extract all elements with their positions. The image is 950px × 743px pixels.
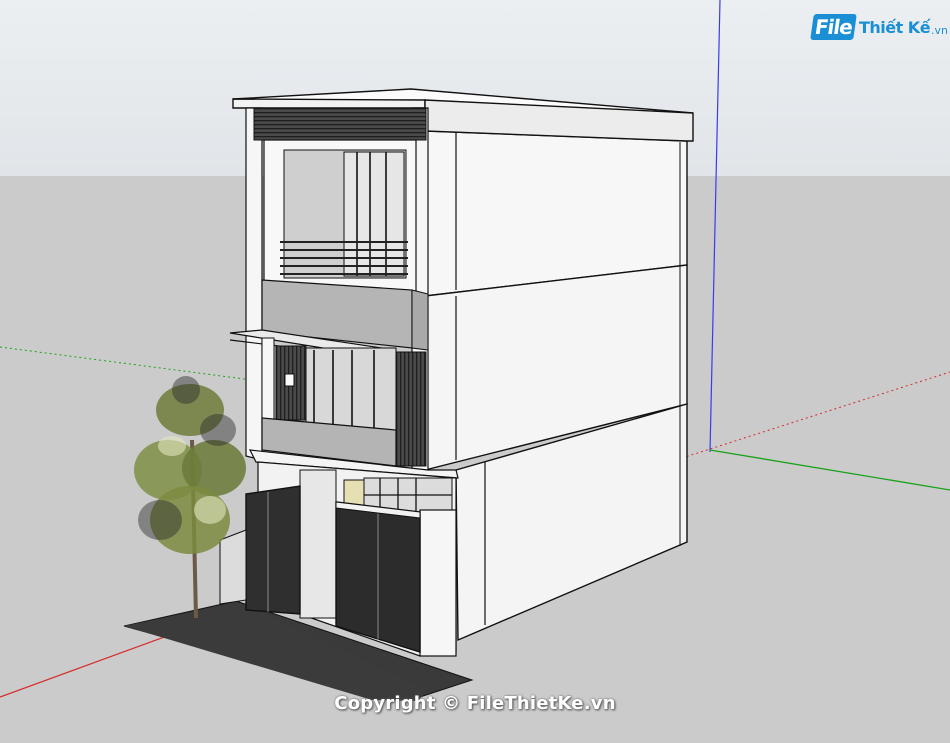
swing-gate (245, 485, 301, 615)
copyright-watermark: Copyright © FileThietKe.vn (334, 693, 616, 714)
logo-file-text: File (810, 14, 857, 40)
sketchup-viewport[interactable]: File Thiết Kế .vn Copyright © FileThietK… (0, 0, 950, 743)
fence-pillar-left (219, 529, 247, 605)
facade-left-pillar (245, 107, 263, 461)
mid-slat-panel-right (395, 351, 427, 467)
wall-lamp (284, 373, 295, 387)
logo-thietke-text: Thiết Kế (858, 17, 931, 37)
top-slat-band (253, 107, 427, 141)
filethietke-logo-icon: File Thiết Kế .vn (810, 12, 949, 42)
roof-slab-front (232, 98, 426, 109)
gray-band-side (411, 289, 429, 351)
gate-white-pillar (419, 509, 457, 657)
3d-scene[interactable] (0, 0, 950, 743)
entry-recess (299, 469, 337, 619)
mid-window-glass (305, 347, 397, 431)
logo-tld-text: .vn (931, 23, 949, 37)
